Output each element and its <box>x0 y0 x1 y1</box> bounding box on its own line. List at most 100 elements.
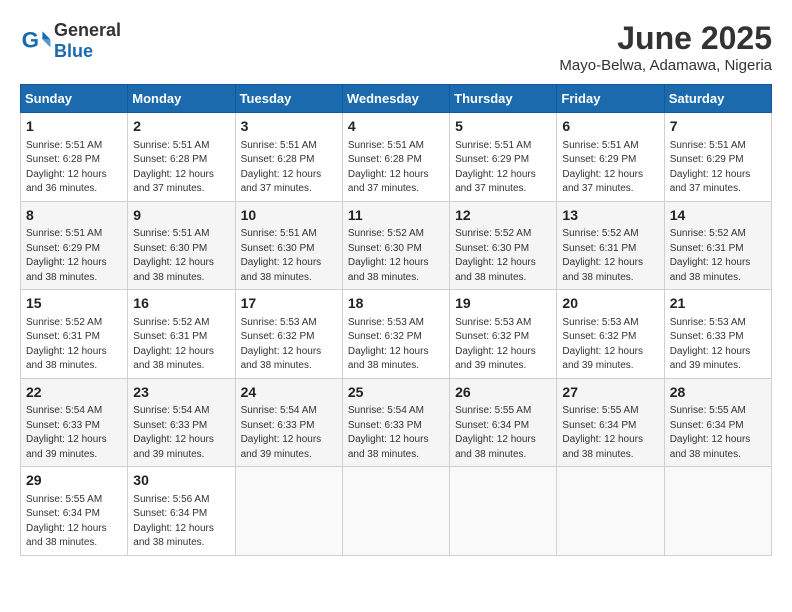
sunset-label: Sunset: 6:34 PM <box>26 508 100 519</box>
table-row: 25 Sunrise: 5:54 AM Sunset: 6:33 PM Dayl… <box>342 378 449 467</box>
calendar-week-4: 22 Sunrise: 5:54 AM Sunset: 6:33 PM Dayl… <box>21 378 772 467</box>
day-info: Sunrise: 5:52 AM Sunset: 6:31 PM Dayligh… <box>26 316 122 374</box>
day-number: 16 <box>133 294 229 314</box>
sunrise-label: Sunrise: 5:51 AM <box>133 140 209 151</box>
sunset-label: Sunset: 6:34 PM <box>133 508 207 519</box>
daylight-label: Daylight: 12 hours and 39 minutes. <box>670 346 751 372</box>
day-number: 5 <box>455 117 551 137</box>
day-info: Sunrise: 5:51 AM Sunset: 6:28 PM Dayligh… <box>26 139 122 197</box>
sunrise-label: Sunrise: 5:51 AM <box>133 228 209 239</box>
day-info: Sunrise: 5:51 AM Sunset: 6:28 PM Dayligh… <box>133 139 229 197</box>
sunset-label: Sunset: 6:28 PM <box>26 154 100 165</box>
table-row <box>664 467 771 556</box>
table-row: 16 Sunrise: 5:52 AM Sunset: 6:31 PM Dayl… <box>128 290 235 379</box>
day-info: Sunrise: 5:52 AM Sunset: 6:31 PM Dayligh… <box>562 227 658 285</box>
calendar-table: Sunday Monday Tuesday Wednesday Thursday… <box>20 84 772 556</box>
table-row: 28 Sunrise: 5:55 AM Sunset: 6:34 PM Dayl… <box>664 378 771 467</box>
day-number: 3 <box>241 117 337 137</box>
day-number: 1 <box>26 117 122 137</box>
logo-text: General Blue <box>54 20 121 62</box>
sunset-label: Sunset: 6:29 PM <box>26 243 100 254</box>
sunset-label: Sunset: 6:33 PM <box>241 420 315 431</box>
day-number: 22 <box>26 383 122 403</box>
col-wednesday: Wednesday <box>342 85 449 113</box>
day-number: 15 <box>26 294 122 314</box>
table-row: 13 Sunrise: 5:52 AM Sunset: 6:31 PM Dayl… <box>557 201 664 290</box>
day-number: 11 <box>348 206 444 226</box>
sunset-label: Sunset: 6:30 PM <box>241 243 315 254</box>
day-number: 23 <box>133 383 229 403</box>
daylight-label: Daylight: 12 hours and 38 minutes. <box>241 257 322 283</box>
day-info: Sunrise: 5:52 AM Sunset: 6:30 PM Dayligh… <box>455 227 551 285</box>
col-monday: Monday <box>128 85 235 113</box>
daylight-label: Daylight: 12 hours and 39 minutes. <box>133 434 214 460</box>
sunset-label: Sunset: 6:31 PM <box>670 243 744 254</box>
table-row <box>557 467 664 556</box>
daylight-label: Daylight: 12 hours and 38 minutes. <box>670 257 751 283</box>
day-number: 6 <box>562 117 658 137</box>
table-row: 14 Sunrise: 5:52 AM Sunset: 6:31 PM Dayl… <box>664 201 771 290</box>
day-info: Sunrise: 5:52 AM Sunset: 6:30 PM Dayligh… <box>348 227 444 285</box>
col-thursday: Thursday <box>450 85 557 113</box>
sunrise-label: Sunrise: 5:54 AM <box>241 405 317 416</box>
calendar-week-3: 15 Sunrise: 5:52 AM Sunset: 6:31 PM Dayl… <box>21 290 772 379</box>
day-number: 4 <box>348 117 444 137</box>
logo-blue: Blue <box>54 41 93 61</box>
sunset-label: Sunset: 6:28 PM <box>348 154 422 165</box>
day-number: 18 <box>348 294 444 314</box>
table-row: 27 Sunrise: 5:55 AM Sunset: 6:34 PM Dayl… <box>557 378 664 467</box>
col-friday: Friday <box>557 85 664 113</box>
day-number: 30 <box>133 471 229 491</box>
sunrise-label: Sunrise: 5:51 AM <box>562 140 638 151</box>
table-row: 22 Sunrise: 5:54 AM Sunset: 6:33 PM Dayl… <box>21 378 128 467</box>
daylight-label: Daylight: 12 hours and 37 minutes. <box>241 169 322 195</box>
table-row: 18 Sunrise: 5:53 AM Sunset: 6:32 PM Dayl… <box>342 290 449 379</box>
sunset-label: Sunset: 6:30 PM <box>455 243 529 254</box>
day-info: Sunrise: 5:53 AM Sunset: 6:33 PM Dayligh… <box>670 316 766 374</box>
sunset-label: Sunset: 6:34 PM <box>562 420 636 431</box>
table-row: 5 Sunrise: 5:51 AM Sunset: 6:29 PM Dayli… <box>450 113 557 202</box>
title-area: June 2025 Mayo-Belwa, Adamawa, Nigeria <box>559 20 772 74</box>
day-info: Sunrise: 5:54 AM Sunset: 6:33 PM Dayligh… <box>133 404 229 462</box>
table-row: 19 Sunrise: 5:53 AM Sunset: 6:32 PM Dayl… <box>450 290 557 379</box>
sunset-label: Sunset: 6:29 PM <box>562 154 636 165</box>
day-info: Sunrise: 5:51 AM Sunset: 6:29 PM Dayligh… <box>670 139 766 197</box>
sunrise-label: Sunrise: 5:53 AM <box>241 317 317 328</box>
day-number: 9 <box>133 206 229 226</box>
sunrise-label: Sunrise: 5:54 AM <box>26 405 102 416</box>
table-row: 15 Sunrise: 5:52 AM Sunset: 6:31 PM Dayl… <box>21 290 128 379</box>
sunset-label: Sunset: 6:29 PM <box>670 154 744 165</box>
sunset-label: Sunset: 6:33 PM <box>26 420 100 431</box>
day-info: Sunrise: 5:51 AM Sunset: 6:28 PM Dayligh… <box>241 139 337 197</box>
sunset-label: Sunset: 6:32 PM <box>562 331 636 342</box>
day-number: 29 <box>26 471 122 491</box>
table-row: 1 Sunrise: 5:51 AM Sunset: 6:28 PM Dayli… <box>21 113 128 202</box>
sunrise-label: Sunrise: 5:51 AM <box>348 140 424 151</box>
day-number: 21 <box>670 294 766 314</box>
logo-icon: G <box>20 25 52 57</box>
daylight-label: Daylight: 12 hours and 38 minutes. <box>348 257 429 283</box>
daylight-label: Daylight: 12 hours and 37 minutes. <box>348 169 429 195</box>
table-row: 29 Sunrise: 5:55 AM Sunset: 6:34 PM Dayl… <box>21 467 128 556</box>
sunrise-label: Sunrise: 5:52 AM <box>455 228 531 239</box>
sunrise-label: Sunrise: 5:56 AM <box>133 494 209 505</box>
daylight-label: Daylight: 12 hours and 39 minutes. <box>562 346 643 372</box>
sunset-label: Sunset: 6:28 PM <box>241 154 315 165</box>
table-row: 4 Sunrise: 5:51 AM Sunset: 6:28 PM Dayli… <box>342 113 449 202</box>
sunrise-label: Sunrise: 5:55 AM <box>562 405 638 416</box>
day-number: 26 <box>455 383 551 403</box>
day-info: Sunrise: 5:55 AM Sunset: 6:34 PM Dayligh… <box>455 404 551 462</box>
day-info: Sunrise: 5:55 AM Sunset: 6:34 PM Dayligh… <box>562 404 658 462</box>
month-title: June 2025 <box>559 20 772 57</box>
sunrise-label: Sunrise: 5:51 AM <box>241 140 317 151</box>
sunset-label: Sunset: 6:32 PM <box>241 331 315 342</box>
daylight-label: Daylight: 12 hours and 39 minutes. <box>455 346 536 372</box>
sunset-label: Sunset: 6:34 PM <box>455 420 529 431</box>
day-info: Sunrise: 5:55 AM Sunset: 6:34 PM Dayligh… <box>670 404 766 462</box>
calendar-week-2: 8 Sunrise: 5:51 AM Sunset: 6:29 PM Dayli… <box>21 201 772 290</box>
calendar-week-1: 1 Sunrise: 5:51 AM Sunset: 6:28 PM Dayli… <box>21 113 772 202</box>
col-sunday: Sunday <box>21 85 128 113</box>
day-info: Sunrise: 5:51 AM Sunset: 6:29 PM Dayligh… <box>26 227 122 285</box>
sunrise-label: Sunrise: 5:52 AM <box>348 228 424 239</box>
daylight-label: Daylight: 12 hours and 38 minutes. <box>670 434 751 460</box>
